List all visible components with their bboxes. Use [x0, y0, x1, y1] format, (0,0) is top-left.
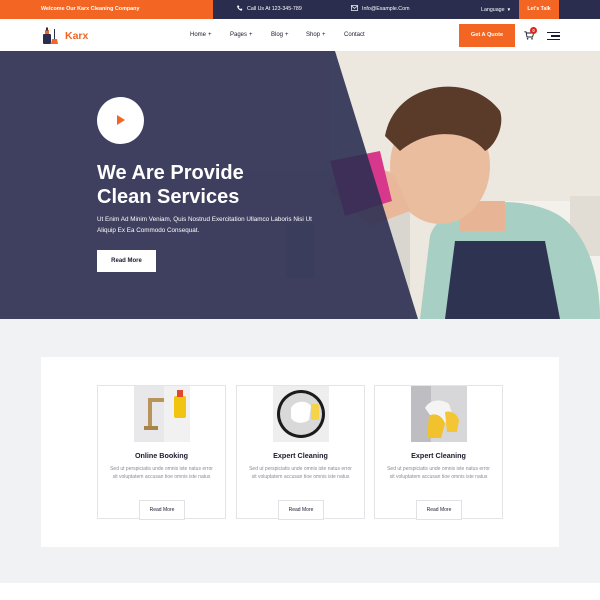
hero-title-line-2: Clean Services [97, 186, 240, 208]
service-title: Expert Cleaning [273, 451, 328, 460]
hero-banner: We Are Provide Clean Services Ut Enim Ad… [0, 51, 600, 319]
welcome-message: Welcome Our Karx Cleaning Company [0, 0, 213, 19]
phone-contact[interactable]: Call Us At 123-345-789 [236, 0, 302, 19]
nav-pages[interactable]: Pages + [230, 19, 253, 51]
service-text: Sed ut perspiciatis unde omnis iste natu… [387, 466, 490, 481]
nav-label: Shop [306, 32, 321, 38]
hamburger-menu-icon[interactable] [547, 32, 560, 41]
top-bar: Welcome Our Karx Cleaning Company Call U… [0, 0, 600, 19]
email-contact[interactable]: Info@Example.Com [351, 0, 409, 19]
envelope-icon [351, 4, 358, 11]
plus-icon: + [249, 32, 253, 38]
get-a-quote-button[interactable]: Get A Quote [459, 24, 515, 47]
main-header: Karx Home + Pages + Blog + Shop + Contact Ge… [0, 19, 600, 51]
nav-blog[interactable]: Blog + [271, 19, 289, 51]
service-title: Online Booking [134, 451, 189, 460]
lets-talk-button[interactable]: Let's Talk [519, 0, 559, 19]
service-image-faucet [134, 386, 190, 442]
hero-description: Ut Enim Ad Minim Veniam, Quis Nostrud Ex… [97, 216, 312, 234]
plus-icon: + [208, 32, 212, 38]
service-title: Expert Cleaning [411, 451, 466, 460]
service-image-glove [411, 386, 467, 442]
cart-count-badge: 0 [530, 27, 537, 34]
plus-icon: + [322, 32, 326, 38]
nav-label: Blog [271, 32, 284, 38]
hero-title: We Are Provide Clean Services [97, 161, 337, 209]
service-read-more-button[interactable]: Read More [139, 500, 185, 520]
nav-contact[interactable]: Contact [344, 19, 365, 51]
plus-icon: + [285, 32, 289, 38]
service-read-more-button[interactable]: Read More [416, 500, 462, 520]
nav-home[interactable]: Home + [190, 19, 212, 51]
phone-icon [237, 5, 243, 11]
service-card: Expert Cleaning Sed ut perspiciatis unde… [374, 385, 503, 520]
service-text: Sed ut perspiciatis unde omnis iste natu… [110, 466, 213, 481]
logo-icon [43, 27, 58, 44]
language-selector[interactable]: Language ▼ [481, 0, 511, 19]
logo-text: Karx [65, 30, 89, 42]
email-address: Info@Example.Com [362, 6, 410, 12]
nav-label: Pages [230, 32, 248, 38]
service-text: Sed ut perspiciatis unde omnis iste natu… [249, 466, 352, 481]
service-image-mirror [273, 386, 329, 442]
nav-label: Home [190, 32, 207, 38]
service-read-more-button[interactable]: Read More [278, 500, 324, 520]
hero-title-line-1: We Are Provide [97, 162, 244, 184]
phone-number: Call Us At 123-345-789 [247, 6, 302, 12]
nav-label: Contact [344, 32, 365, 38]
nav-shop[interactable]: Shop + [306, 19, 326, 51]
hero-read-more-button[interactable]: Read More [97, 250, 156, 272]
language-label: Language [481, 7, 505, 13]
service-card: Online Booking Sed ut perspiciatis unde … [97, 385, 226, 520]
play-video-button[interactable] [97, 97, 144, 144]
service-card: Expert Cleaning Sed ut perspiciatis unde… [236, 385, 365, 520]
next-section-edge [0, 583, 600, 600]
chevron-down-icon: ▼ [506, 7, 512, 12]
